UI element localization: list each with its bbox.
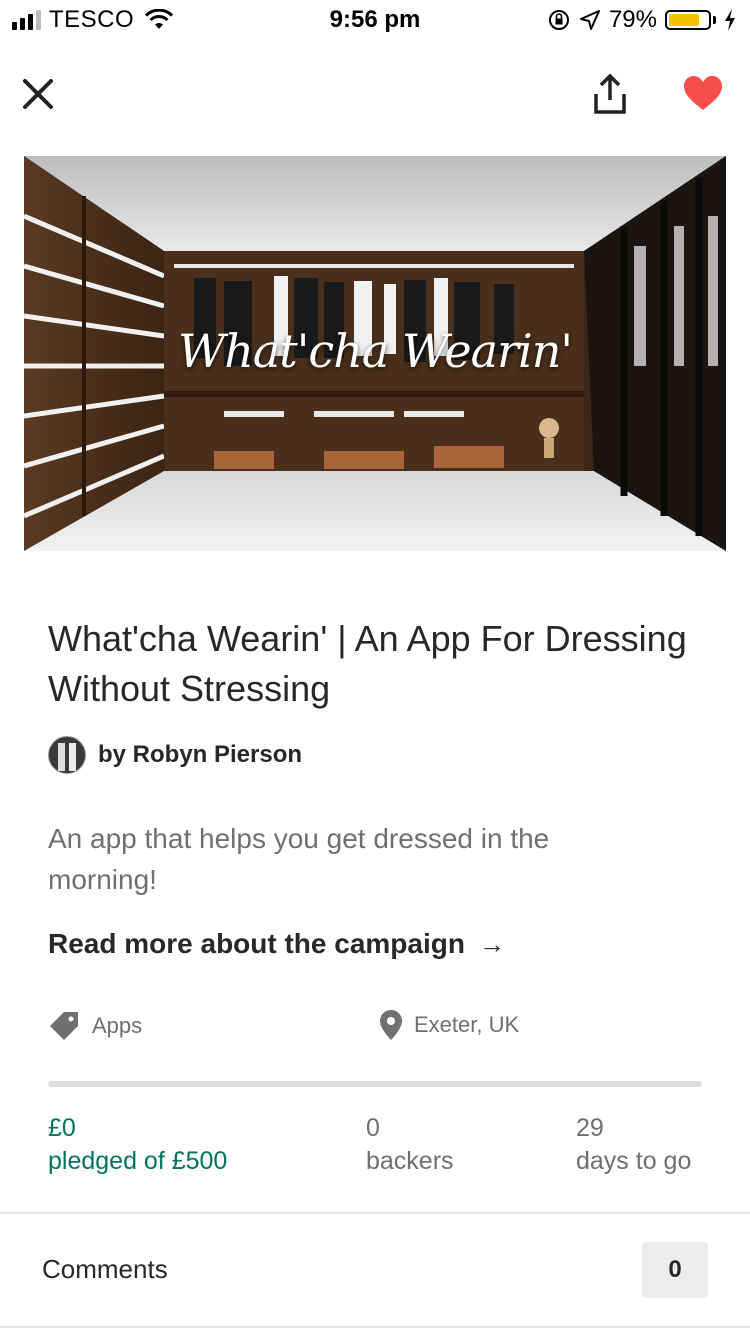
divider [0,1326,750,1328]
days-label: days to go [576,1147,692,1175]
battery-icon [665,10,711,30]
heart-icon[interactable] [682,74,724,112]
status-right: 79% [547,6,736,34]
close-icon[interactable] [20,76,56,112]
project-title: What'cha Wearin' | An App For Dressing W… [48,618,687,709]
avatar [48,736,86,774]
status-bar: TESCO 9:56 pm 79% [0,0,750,40]
orientation-lock-icon [548,10,569,30]
backers-label: backers [366,1147,454,1175]
creator-name: by Robyn Pierson [98,741,303,768]
battery-tip [713,16,716,24]
category-label: Apps [92,1013,143,1038]
project-hero-image: What'cha Wearin' [24,156,726,551]
stat-pledged: £0 pledged of £500 [48,1112,227,1178]
pledged-label: pledged of £500 [48,1147,228,1175]
location-label: Exeter, UK [414,1012,520,1037]
charging-bolt-icon [725,9,735,31]
share-icon[interactable] [590,72,630,116]
backers-count: 0 [366,1114,380,1142]
hero-title-overlay: What'cha Wearin' [177,324,573,378]
comments-label: Comments [42,1254,168,1284]
category-tag[interactable]: Apps [48,1010,142,1042]
tag-icon [50,1012,78,1040]
stat-backers: 0 backers [366,1112,454,1178]
location-pin-icon [380,1010,402,1040]
comments-row[interactable]: Comments 0 [0,1214,750,1326]
project-blurb: An app that helps you get dressed in the… [48,823,550,895]
location-tag[interactable]: Exeter, UK [380,1010,519,1040]
stat-days: 29 days to go [576,1112,691,1178]
battery-percent: 79% [608,6,657,33]
pledged-amount: £0 [48,1114,76,1142]
read-more-link[interactable]: Read more about the campaign → [48,928,505,960]
arrow-right-icon: → [478,928,505,959]
read-more-label: Read more about the campaign [48,928,465,959]
days-count: 29 [576,1114,604,1142]
funding-progress-bar [48,1081,702,1087]
comments-count-badge: 0 [642,1242,708,1298]
creator-row[interactable]: by Robyn Pierson [48,736,302,774]
location-arrow-icon [579,10,600,30]
